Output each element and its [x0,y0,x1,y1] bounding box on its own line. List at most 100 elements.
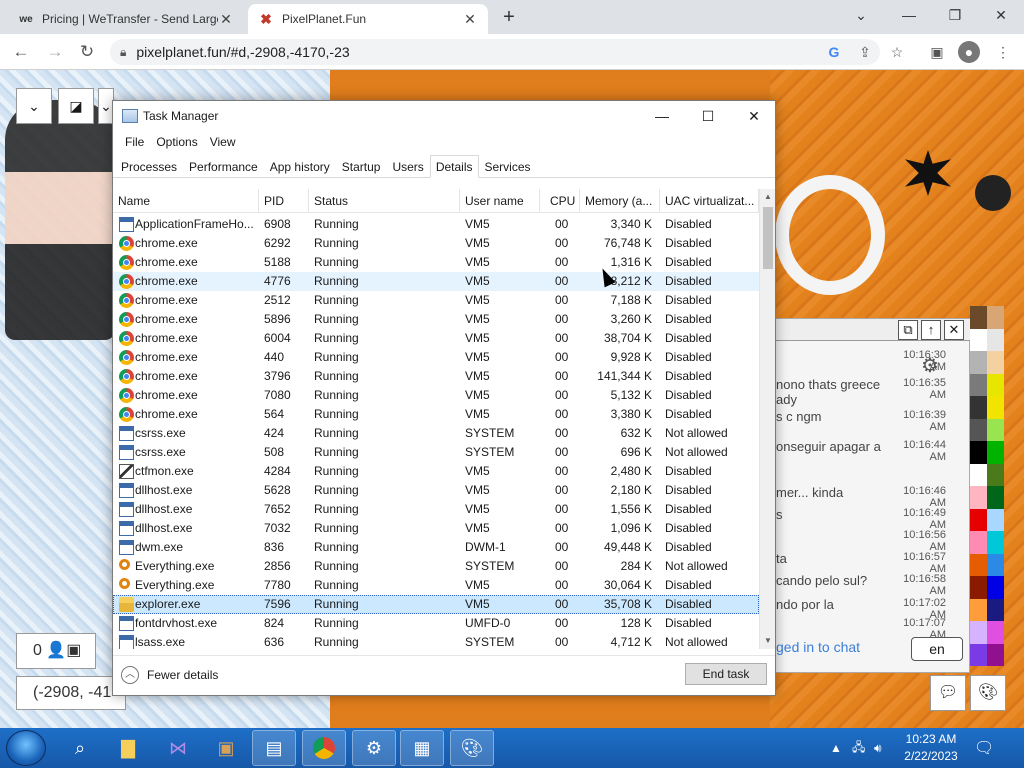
tm-minimize-button[interactable]: — [639,101,685,131]
tab-pixelplanet[interactable]: ✖ PixelPlanet.Fun ✕ [248,4,488,34]
palette-swatch[interactable] [970,486,987,509]
google-lens-icon[interactable]: G [823,41,845,63]
menu-file[interactable]: File [119,131,150,153]
visual-studio-icon[interactable]: ⋈ [156,730,200,766]
menu-view[interactable]: View [204,131,242,153]
column-header-uac[interactable]: UAC virtualizat... [660,189,759,213]
volume-icon[interactable]: 🔊︎ [874,728,882,768]
tab-app-history[interactable]: App history [264,155,336,177]
palette-swatch[interactable] [987,418,1004,441]
new-tab-button[interactable]: + [496,6,522,30]
table-row[interactable]: ctfmon.exe 4284 Running VM5 00 2,480 K Disable… [113,462,759,481]
palette-swatch[interactable] [970,418,987,441]
palette-swatch[interactable] [987,643,1004,666]
table-row[interactable]: chrome.exe 7080 Running VM5 00 5,132 K Disable… [113,386,759,405]
network-icon[interactable]: 🖧︎ [852,728,865,768]
clock[interactable]: 10:23 AM 2/22/2023 [896,731,966,765]
tab-processes[interactable]: Processes [115,155,183,177]
table-row[interactable]: fontdrvhost.exe 824 Running UMFD-0 00 128 K Di… [113,614,759,633]
table-row[interactable]: explorer.exe 7596 Running VM5 00 35,708 K Disa… [113,595,759,614]
restore-button[interactable]: ❐ [932,2,978,30]
palette-swatch[interactable] [970,463,987,486]
tray-overflow-icon[interactable]: ▲ [830,728,842,768]
palette-swatch[interactable] [987,553,1004,576]
palette-swatch[interactable] [970,328,987,351]
back-button[interactable]: ← [8,39,34,65]
palette-swatch[interactable] [970,373,987,396]
palette-swatch[interactable] [970,531,987,554]
chat-language-select[interactable]: en [911,637,963,661]
notifications-icon[interactable]: 🗨︎ [974,728,994,768]
palette-swatch[interactable] [987,351,1004,374]
window-taskbar-icon[interactable]: ▦ [400,730,444,766]
palette-swatch[interactable] [987,441,1004,464]
menu-chevron-button[interactable]: ⌄ [16,88,52,124]
table-row[interactable]: lsass.exe 636 Running SYSTEM 00 4,712 K Not al… [113,633,759,649]
palette-toggle-icon[interactable]: 🎨︎ [970,675,1006,711]
palette-swatch[interactable] [970,598,987,621]
table-row[interactable]: dllhost.exe 7652 Running VM5 00 1,556 K Disabl… [113,500,759,519]
table-row[interactable]: chrome.exe 6004 Running VM5 00 38,704 K Disabl… [113,329,759,348]
palette-swatch[interactable] [987,508,1004,531]
palette-swatch[interactable] [987,306,1004,329]
palette-swatch[interactable] [987,621,1004,644]
share-icon[interactable]: ⇪ [854,41,876,63]
file-explorer-icon[interactable]: ▇ [106,730,150,766]
chat-upload-icon[interactable]: ↑ [921,320,941,340]
table-row[interactable]: dllhost.exe 7032 Running VM5 00 1,096 K Disabl… [113,519,759,538]
palette-swatch[interactable] [987,576,1004,599]
palette-swatch[interactable] [987,598,1004,621]
table-row[interactable]: chrome.exe 5188 Running VM5 00 1,316 K Disable… [113,253,759,272]
palette-swatch[interactable] [987,531,1004,554]
chat-popout-icon[interactable]: ⧉ [898,320,918,340]
start-button[interactable] [6,730,46,766]
table-row[interactable]: chrome.exe 5896 Running VM5 00 3,260 K Disable… [113,310,759,329]
column-header-user[interactable]: User name [460,189,540,213]
table-row[interactable]: chrome.exe 564 Running VM5 00 3,380 K Disabled [113,405,759,424]
table-row[interactable]: csrss.exe 424 Running SYSTEM 00 632 K Not allo… [113,424,759,443]
forward-button[interactable]: → [42,39,68,65]
fewer-details-button[interactable]: ︿ Fewer details [121,666,218,684]
search-icon[interactable]: ⌕ [58,730,102,766]
package-icon[interactable]: ▣ [204,730,248,766]
task-manager-taskbar-icon[interactable]: ▤ [252,730,296,766]
end-task-button[interactable]: End task [685,663,767,685]
column-header-memory[interactable]: Memory (a... [580,189,660,213]
minimize-button[interactable]: — [886,2,932,30]
menu-kebab-icon[interactable]: ⋮ [992,41,1014,63]
table-row[interactable]: Everything.exe 2856 Running SYSTEM 00 284 K No… [113,557,759,576]
column-header-status[interactable]: Status [309,189,460,213]
palette-swatch[interactable] [970,553,987,576]
scroll-thumb[interactable] [763,207,773,269]
table-row[interactable]: dwm.exe 836 Running DWM-1 00 49,448 K Disabled [113,538,759,557]
vertical-scrollbar[interactable]: ▲ ▼ [759,189,775,649]
table-row[interactable]: chrome.exe 2512 Running VM5 00 7,188 K Disable… [113,291,759,310]
chat-close-icon[interactable]: ✕ [944,320,964,340]
scroll-up-icon[interactable]: ▲ [760,189,775,205]
paint-taskbar-icon[interactable]: 🎨︎ [450,730,494,766]
tm-maximize-button[interactable]: ☐ [685,101,731,131]
tm-close-button[interactable]: ✕ [731,101,777,131]
palette-swatch[interactable] [970,576,987,599]
close-tab-icon[interactable]: ✕ [218,11,234,28]
chrome-taskbar-icon[interactable] [302,730,346,766]
app-taskbar-icon[interactable]: ⚙ [352,730,396,766]
palette-swatch[interactable] [987,486,1004,509]
tab-details[interactable]: Details [429,155,479,178]
tab-search-chevron-icon[interactable]: ⌄ [838,2,884,30]
tab-wetransfer[interactable]: we Pricing | WeTransfer - Send Large ✕ [8,4,244,34]
table-row[interactable]: ApplicationFrameHo... 6908 Running VM5 00 3,3… [113,215,759,234]
palette-swatch[interactable] [970,643,987,666]
menu-options[interactable]: Options [150,131,203,153]
tab-services[interactable]: Services [479,155,537,177]
task-manager-titlebar[interactable]: Task Manager — ☐ ✕ [113,101,775,131]
address-bar[interactable]: 🔒︎ pixelplanet.fun/#d,-2908,-4170,-23 [110,39,880,65]
table-row[interactable]: dllhost.exe 5628 Running VM5 00 2,180 K Disabl… [113,481,759,500]
column-header-name[interactable]: Name [113,189,259,213]
canvas-select-button[interactable]: ◪ [58,88,94,124]
table-row[interactable]: chrome.exe 4776 Running VM5 00 8,212 K Disable… [113,272,759,291]
palette-swatch[interactable] [987,373,1004,396]
palette-swatch[interactable] [987,463,1004,486]
reload-button[interactable]: ↻ [74,39,100,65]
profile-avatar-icon[interactable]: ● [958,41,980,63]
